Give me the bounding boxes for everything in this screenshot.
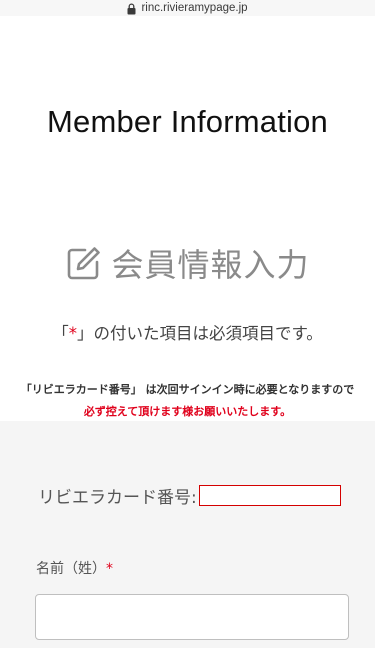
required-note-suffix: 」の付いた項目は必須項目です。 — [76, 324, 323, 343]
page-title: Member Information — [47, 104, 328, 139]
edit-icon — [68, 247, 101, 280]
last-name-label-text: 名前（姓） — [36, 561, 106, 577]
required-note-prefix: 「 — [52, 324, 69, 343]
required-star: * — [68, 324, 77, 343]
lock-icon — [127, 3, 136, 15]
required-note: 「*」の付いた項目は必須項目です。 — [0, 320, 375, 344]
last-name-input[interactable] — [35, 594, 349, 640]
card-number-input[interactable] — [198, 485, 341, 506]
section-heading: 会員情報入力 — [0, 240, 375, 286]
last-name-required-star: * — [106, 561, 113, 577]
section-heading-text: 会員情報入力 — [111, 246, 310, 284]
card-number-row: リビエラカード番号: — [38, 483, 341, 508]
last-name-label: 名前（姓）* — [36, 558, 113, 578]
member-form: リビエラカード番号: 名前（姓）* — [0, 421, 375, 648]
notice-line-1: 「リビエラカード番号」 は次回サインイン時に必要となりますので — [20, 383, 355, 396]
browser-url-bar[interactable]: rinc.rivieramypage.jp — [0, 0, 375, 16]
card-number-label: リビエラカード番号: — [38, 488, 197, 508]
card-number-notice: 「リビエラカード番号」 は次回サインイン時に必要となりますので 必ず控えて頂けま… — [0, 379, 375, 423]
notice-line-2: 必ず控えて頂けます様お願いいたします。 — [83, 405, 292, 418]
url-text: rinc.rivieramypage.jp — [141, 2, 248, 14]
